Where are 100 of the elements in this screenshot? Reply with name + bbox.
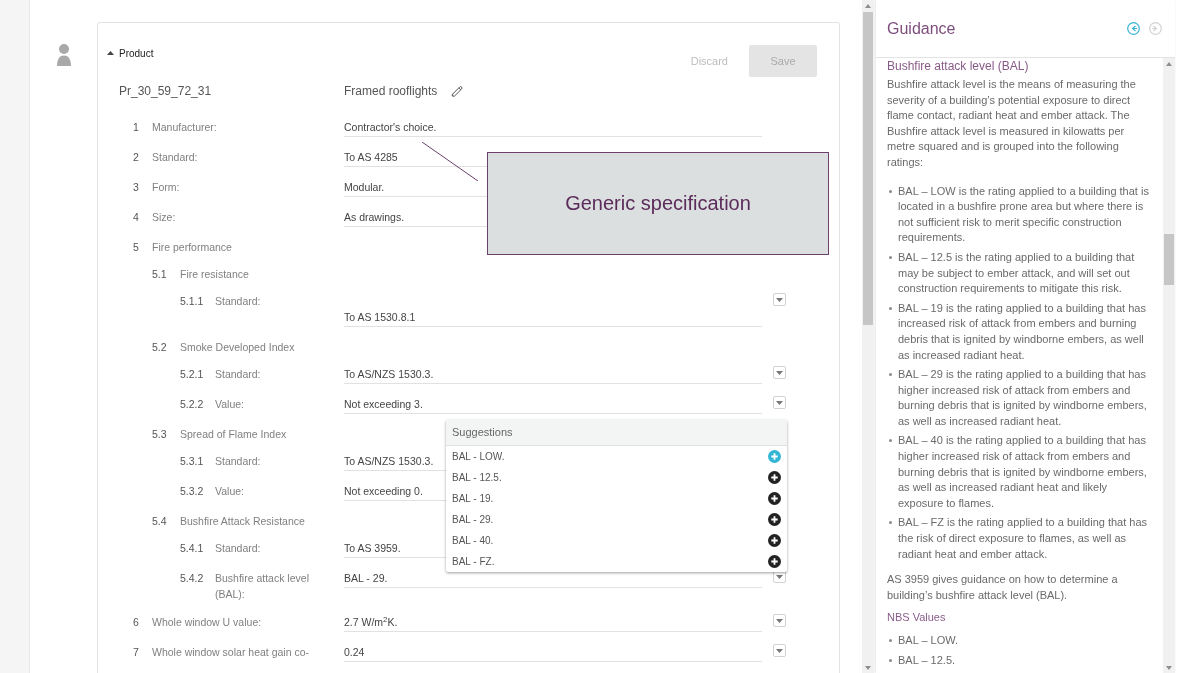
- clause-number: 5.4.2: [180, 571, 205, 586]
- clause-number: 3: [133, 180, 140, 195]
- dropdown-header: Suggestions: [446, 420, 787, 446]
- scrollbar-track[interactable]: [862, 0, 874, 673]
- bullet-text: BAL – 40 is the rating applied to a building that has higher increased risk of attack from embers and burning debris that is ignited by windborne embers, as well as increased radiant heat and likely exposure to flames.: [898, 433, 1148, 511]
- caret-down-icon: [776, 648, 783, 653]
- product-name: Framed rooflights: [344, 83, 438, 100]
- clause-number: 5.2.1: [180, 367, 205, 382]
- clause-number: 5.3.1: [180, 454, 205, 469]
- dropdown-button[interactable]: [773, 396, 786, 409]
- clause-number: 4: [133, 210, 140, 225]
- scrollbar-thumb[interactable]: [863, 12, 873, 325]
- scroll-up-icon[interactable]: [865, 4, 871, 8]
- clause-label: Whole window U value:: [152, 615, 263, 630]
- bullet-text: BAL – 29 is the rating applied to a building that has higher increased risk of attack from embers and burning debris that is ignited by windborne embers, as well as increased radiant heat.: [898, 367, 1148, 429]
- bullet-text: BAL – 19 is the rating applied to a building that has increased risk of attack from embers and burning debris that is ignited by windborne embers, as well as increased radiant heat.: [898, 300, 1147, 363]
- clause-number: 5.3: [152, 427, 168, 442]
- clause-label: Manufacturer:: [152, 120, 218, 135]
- clause-number: 5.1: [152, 267, 168, 282]
- scrollbar-thumb[interactable]: [1164, 234, 1174, 285]
- clause-label: Bushfire attack level (BAL):: [215, 571, 310, 602]
- add-icon[interactable]: [768, 534, 781, 547]
- section-title[interactable]: Product: [119, 47, 154, 61]
- dropdown-button[interactable]: [773, 644, 786, 657]
- input-field[interactable]: 0.24: [344, 644, 762, 662]
- add-icon[interactable]: [768, 492, 781, 505]
- caret-down-icon: [776, 370, 783, 375]
- guidance-subheading: NBS Values: [887, 610, 947, 626]
- dropdown-button[interactable]: [773, 366, 786, 379]
- clause-label: Smoke Developed Index: [180, 340, 296, 355]
- input-field[interactable]: 2.7 W/m$^{2}$K.: [344, 614, 762, 632]
- bullet-icon: [889, 639, 892, 642]
- suggestion-item[interactable]: BAL - FZ.: [446, 551, 787, 572]
- bullet-icon: [889, 255, 892, 259]
- bullet-text: BAL – LOW.: [898, 633, 959, 648]
- suggestion-item[interactable]: BAL - 29.: [446, 509, 787, 530]
- clause-number: 5.4.1: [180, 541, 205, 556]
- scroll-up-icon[interactable]: [1166, 62, 1172, 66]
- guidance-heading: Bushfire attack level (BAL): [887, 58, 1030, 74]
- clause-label: Form:: [152, 180, 181, 195]
- caret-down-icon: [776, 574, 783, 579]
- leader-line: [422, 142, 478, 181]
- bullet-text: BAL – FZ is the rating applied to a building that has the risk of direct exposure to flames, as well as radiant heat and ember attack.: [898, 515, 1149, 562]
- pencil-icon[interactable]: [451, 85, 464, 97]
- clause-number: 7: [133, 645, 140, 660]
- clause-number: 6: [133, 615, 140, 630]
- input-field[interactable]: Contractor's choice.: [344, 119, 762, 137]
- guidance-paragraph: AS 3959 gives guidance on how to determine a building’s bushfire attack level (BAL).: [887, 572, 1119, 603]
- bullet-icon: [889, 658, 892, 662]
- bullet-icon: [889, 189, 892, 193]
- input-field[interactable]: To AS/NZS 1530.3.: [344, 366, 762, 384]
- caret-down-icon: [776, 400, 783, 405]
- input-field[interactable]: Not exceeding 3.: [344, 396, 762, 414]
- clause-label: Standard:: [215, 541, 262, 556]
- add-icon[interactable]: [768, 471, 781, 484]
- clause-number: 5.2.2: [180, 397, 205, 412]
- bullet-text: BAL – 12.5 is the rating applied to a building that may be subject to ember attack, and will set out construction requirements to mitigate this risk.: [898, 249, 1136, 297]
- scrollbar-track[interactable]: [1163, 58, 1175, 673]
- clause-number: 5.2: [152, 340, 168, 355]
- guidance-paragraph: Bushfire attack level is the means of measuring the severity of a building’s potential exposure to direct flame contact, radiant heat and ember attack. The Bushfire attack level is measured in kilowatts per metre squared and is grouped into the following ratings:: [887, 77, 1137, 170]
- clause-number: 2: [133, 150, 140, 165]
- bullet-icon: [889, 439, 892, 443]
- suggestion-item[interactable]: BAL - 19.: [446, 488, 787, 509]
- clause-label: Standard:: [152, 150, 199, 165]
- bullet-icon: [889, 373, 892, 377]
- clause-label: Whole window solar heat gain co-: [152, 645, 310, 660]
- clause-label: Standard:: [215, 454, 262, 469]
- clause-label: Bushfire Attack Resistance: [180, 514, 306, 529]
- clause-number: 5.4: [152, 514, 168, 529]
- scroll-down-icon[interactable]: [865, 666, 871, 670]
- clause-label: Fire resistance: [180, 267, 250, 282]
- clause-label: Standard:: [215, 294, 262, 309]
- input-field[interactable]: To AS 1530.8.1: [344, 293, 762, 327]
- clause-label: Size:: [152, 210, 177, 225]
- suggestion-item[interactable]: BAL - LOW.: [446, 446, 787, 467]
- clause-number: 5.3.2: [180, 484, 205, 499]
- scroll-down-icon[interactable]: [1166, 666, 1172, 670]
- clause-label: Value:: [215, 397, 245, 412]
- panel-title: Guidance: [887, 19, 956, 38]
- clause-label: Spread of Flame Index: [180, 427, 288, 442]
- dropdown-button[interactable]: [773, 293, 786, 306]
- bullet-icon: [889, 521, 892, 525]
- bullet-text: BAL – LOW is the rating applied to a building that is located in a bushfire prone area but where there is not sufficient risk to merit specific construction requirements.: [898, 183, 1150, 246]
- add-icon[interactable]: [768, 513, 781, 526]
- caret-down-icon: [776, 297, 783, 302]
- avatar-icon: [57, 43, 71, 66]
- bullet-icon: [889, 306, 892, 310]
- caret-icon[interactable]: [107, 51, 114, 55]
- clause-label: Value:: [215, 484, 245, 499]
- suggestion-item[interactable]: BAL - 12.5.: [446, 467, 787, 488]
- clause-label: Fire performance: [152, 240, 233, 255]
- dropdown-button[interactable]: [773, 614, 786, 627]
- product-code: Pr_30_59_72_31: [119, 83, 213, 100]
- bullet-text: BAL – 12.5.: [898, 652, 956, 668]
- clause-number: 5.1.1: [180, 294, 205, 309]
- clause-number: 5: [133, 240, 140, 255]
- add-icon[interactable]: [768, 555, 781, 568]
- suggestion-item[interactable]: BAL - 40.: [446, 530, 787, 551]
- caret-down-icon: [776, 618, 783, 623]
- annotation-tooltip: Generic specification: [487, 152, 829, 255]
